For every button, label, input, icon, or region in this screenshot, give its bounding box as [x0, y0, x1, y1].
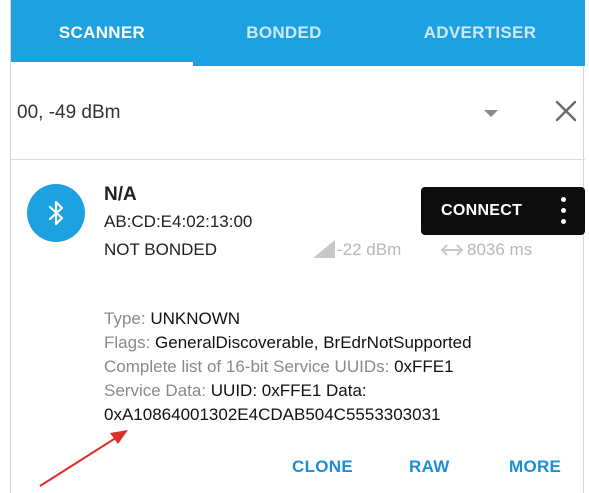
advertising-interval: 8036 ms — [467, 240, 533, 259]
signal-icon — [313, 240, 335, 258]
filter-summary[interactable]: 00, -49 dBm — [17, 102, 121, 124]
rssi-value: -22 dBm — [337, 240, 402, 259]
bond-state: NOT BONDED — [104, 240, 218, 259]
more-vert-icon[interactable] — [561, 197, 569, 225]
card-actions: CLONE RAW MORE — [11, 452, 585, 482]
tab-bonded[interactable]: BONDED — [193, 0, 375, 66]
detail-flags: Flags: GeneralDiscoverable, BrEdrNotSupp… — [104, 333, 472, 352]
device-address: AB:CD:E4:02:13:00 — [104, 212, 253, 231]
tab-scanner[interactable]: SCANNER — [11, 0, 193, 66]
filter-bar: 00, -49 dBm — [11, 66, 585, 160]
dropdown-arrow-icon[interactable] — [484, 110, 498, 117]
advertising-details: Type: UNKNOWN Flags: GeneralDiscoverable… — [104, 307, 472, 427]
connect-label: CONNECT — [441, 202, 523, 219]
app-frame: SCANNER BONDED ADVERTISER 00, -49 dBm N/… — [10, 0, 585, 493]
detail-service-uuids: Complete list of 16-bit Service UUIDs: 0… — [104, 357, 454, 376]
device-avatar — [27, 184, 85, 242]
connect-button[interactable]: CONNECT — [421, 187, 585, 235]
detail-service-data: Service Data: UUID: 0xFFE1 Data: — [104, 381, 367, 400]
bluetooth-icon — [48, 200, 64, 226]
clone-button[interactable]: CLONE — [292, 457, 353, 477]
interval-arrows-icon — [440, 244, 464, 256]
device-name: N/A — [104, 184, 137, 205]
raw-button[interactable]: RAW — [409, 457, 450, 477]
more-button[interactable]: MORE — [509, 457, 561, 477]
tab-advertiser[interactable]: ADVERTISER — [375, 0, 585, 66]
detail-type: Type: UNKNOWN — [104, 309, 241, 328]
close-icon[interactable] — [551, 96, 581, 126]
detail-service-data-value: 0xA10864001302E4CDAB504C5553303031 — [104, 405, 441, 424]
device-card[interactable]: N/A AB:CD:E4:02:13:00 NOT BONDED -22 dBm… — [11, 160, 585, 493]
tab-bar: SCANNER BONDED ADVERTISER — [11, 0, 585, 66]
